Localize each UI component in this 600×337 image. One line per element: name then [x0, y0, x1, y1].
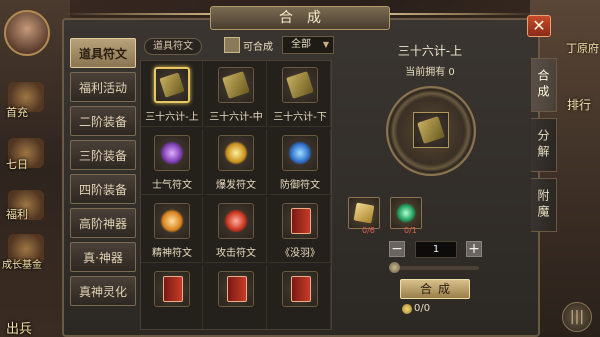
hud-label-seven-day[interactable]: 七日	[6, 156, 28, 172]
grid-item[interactable]: 《没羽》	[269, 197, 331, 263]
grid-item[interactable]: 三十六计-下	[269, 61, 331, 127]
item-name: 三十六计-中	[209, 112, 263, 123]
item-grid: 三十六计-上 三十六计-中 三十六计-下 士气符文 爆发符文 防御符文 精神符文…	[140, 60, 332, 330]
item-slot	[154, 271, 190, 307]
player-avatar[interactable]	[4, 10, 50, 56]
grid-item[interactable]: 三十六计-中	[205, 61, 267, 127]
grid-item[interactable]	[141, 265, 203, 329]
scroll-icon	[417, 116, 445, 144]
quantity-slider[interactable]	[391, 266, 479, 270]
craft-button[interactable]: 合成	[400, 279, 470, 299]
owned-count: 当前拥有 0	[405, 67, 455, 78]
item-name: 《没羽》	[280, 248, 320, 259]
material-count: 0/6	[362, 226, 375, 235]
material-slot[interactable]	[390, 197, 422, 229]
category-tab-welfare[interactable]: 福利活动	[70, 72, 136, 102]
slider-handle[interactable]	[389, 262, 400, 273]
rune-gold-icon	[224, 141, 248, 165]
category-tab-tier3-equip[interactable]: 三阶装备	[70, 140, 136, 170]
rune-blue-icon	[288, 141, 312, 165]
craft-cost: 0/0	[414, 303, 431, 314]
grid-item[interactable]: 士气符文	[141, 129, 203, 195]
item-name: 攻击符文	[216, 248, 256, 259]
scroll-material-icon	[353, 202, 375, 224]
item-slot	[282, 203, 318, 239]
grid-item[interactable]: 攻击符文	[205, 197, 267, 263]
item-name: 士气符文	[152, 180, 192, 191]
grid-item[interactable]: 三十六计-上	[141, 61, 203, 127]
grid-item[interactable]	[269, 265, 331, 329]
category-tab-tier4-equip[interactable]: 四阶装备	[70, 174, 136, 204]
menu-button[interactable]: |||	[562, 302, 592, 332]
item-slot	[154, 67, 190, 103]
hud-label-mansion[interactable]: 丁原府	[566, 40, 599, 56]
book-icon	[227, 276, 247, 302]
dropdown-value: 全部	[291, 39, 311, 50]
rune-purple-icon	[160, 141, 184, 165]
coin-icon	[402, 304, 412, 314]
item-slot	[282, 271, 318, 307]
grid-item[interactable]: 爆发符文	[205, 129, 267, 195]
material-count: 0/1	[404, 226, 417, 235]
chevron-down-icon: ▼	[322, 40, 329, 49]
book-icon	[163, 276, 183, 302]
scroll-icon	[159, 72, 185, 98]
item-name: 防御符文	[280, 180, 320, 191]
item-slot	[154, 135, 190, 171]
filter-dropdown[interactable]: 全部 ▼	[282, 36, 334, 54]
rune-orange-icon	[160, 209, 184, 233]
hud-label-welfare[interactable]: 福利	[6, 206, 28, 222]
item-slot	[282, 67, 318, 103]
hud-label-first-recharge[interactable]: 首充	[6, 104, 28, 120]
item-slot	[218, 271, 254, 307]
item-slot	[218, 135, 254, 171]
tab-decompose[interactable]: 分解	[531, 118, 557, 172]
title-right-ornament	[390, 13, 540, 15]
category-tab-true-artifact[interactable]: 真·神器	[70, 242, 136, 272]
title-left-ornament	[62, 13, 212, 15]
category-list: 道具符文 福利活动 二阶装备 三阶装备 四阶装备 高阶神器 真·神器 真神灵化	[70, 38, 136, 306]
filter-category-tag: 道具符文	[144, 38, 202, 55]
category-tab-divine-spirit[interactable]: 真神灵化	[70, 276, 136, 306]
hud-label-growth-fund[interactable]: 成长基金	[2, 256, 42, 271]
gem-material-icon	[396, 203, 416, 223]
rune-red-icon	[224, 209, 248, 233]
scroll-icon	[222, 71, 250, 99]
category-tab-items-runes[interactable]: 道具符文	[70, 38, 136, 68]
grid-item[interactable]	[205, 265, 267, 329]
book-icon	[291, 276, 311, 302]
selected-item-title: 三十六计-上	[397, 44, 463, 58]
book-icon	[291, 208, 311, 234]
item-slot	[218, 203, 254, 239]
craftable-checkbox[interactable]	[224, 37, 240, 53]
panel-title: 合成	[210, 6, 390, 30]
close-button[interactable]: ✕	[527, 15, 551, 37]
result-item-slot[interactable]	[413, 112, 449, 148]
scroll-icon	[286, 71, 314, 99]
craftable-label: 可合成	[243, 42, 273, 53]
item-name: 爆发符文	[216, 180, 256, 191]
grid-item[interactable]: 防御符文	[269, 129, 331, 195]
tab-synthesis[interactable]: 合成	[531, 58, 557, 112]
hud-label-ranking[interactable]: 排行	[567, 96, 591, 113]
item-slot	[282, 135, 318, 171]
item-slot	[218, 67, 254, 103]
category-tab-tier2-equip[interactable]: 二阶装备	[70, 106, 136, 136]
quantity-minus-button[interactable]: −	[389, 241, 405, 257]
item-slot	[154, 203, 190, 239]
material-slot[interactable]	[348, 197, 380, 229]
item-name: 精神符文	[152, 248, 192, 259]
hud-label-dispatch[interactable]: 出兵	[6, 318, 32, 337]
quantity-input[interactable]: 1	[415, 241, 457, 258]
item-name: 三十六计-上	[145, 112, 199, 123]
quantity-plus-button[interactable]: +	[466, 241, 482, 257]
item-name: 三十六计-下	[273, 112, 327, 123]
tab-enchant[interactable]: 附魔	[531, 178, 557, 232]
category-tab-high-artifact[interactable]: 高阶神器	[70, 208, 136, 238]
grid-item[interactable]: 精神符文	[141, 197, 203, 263]
